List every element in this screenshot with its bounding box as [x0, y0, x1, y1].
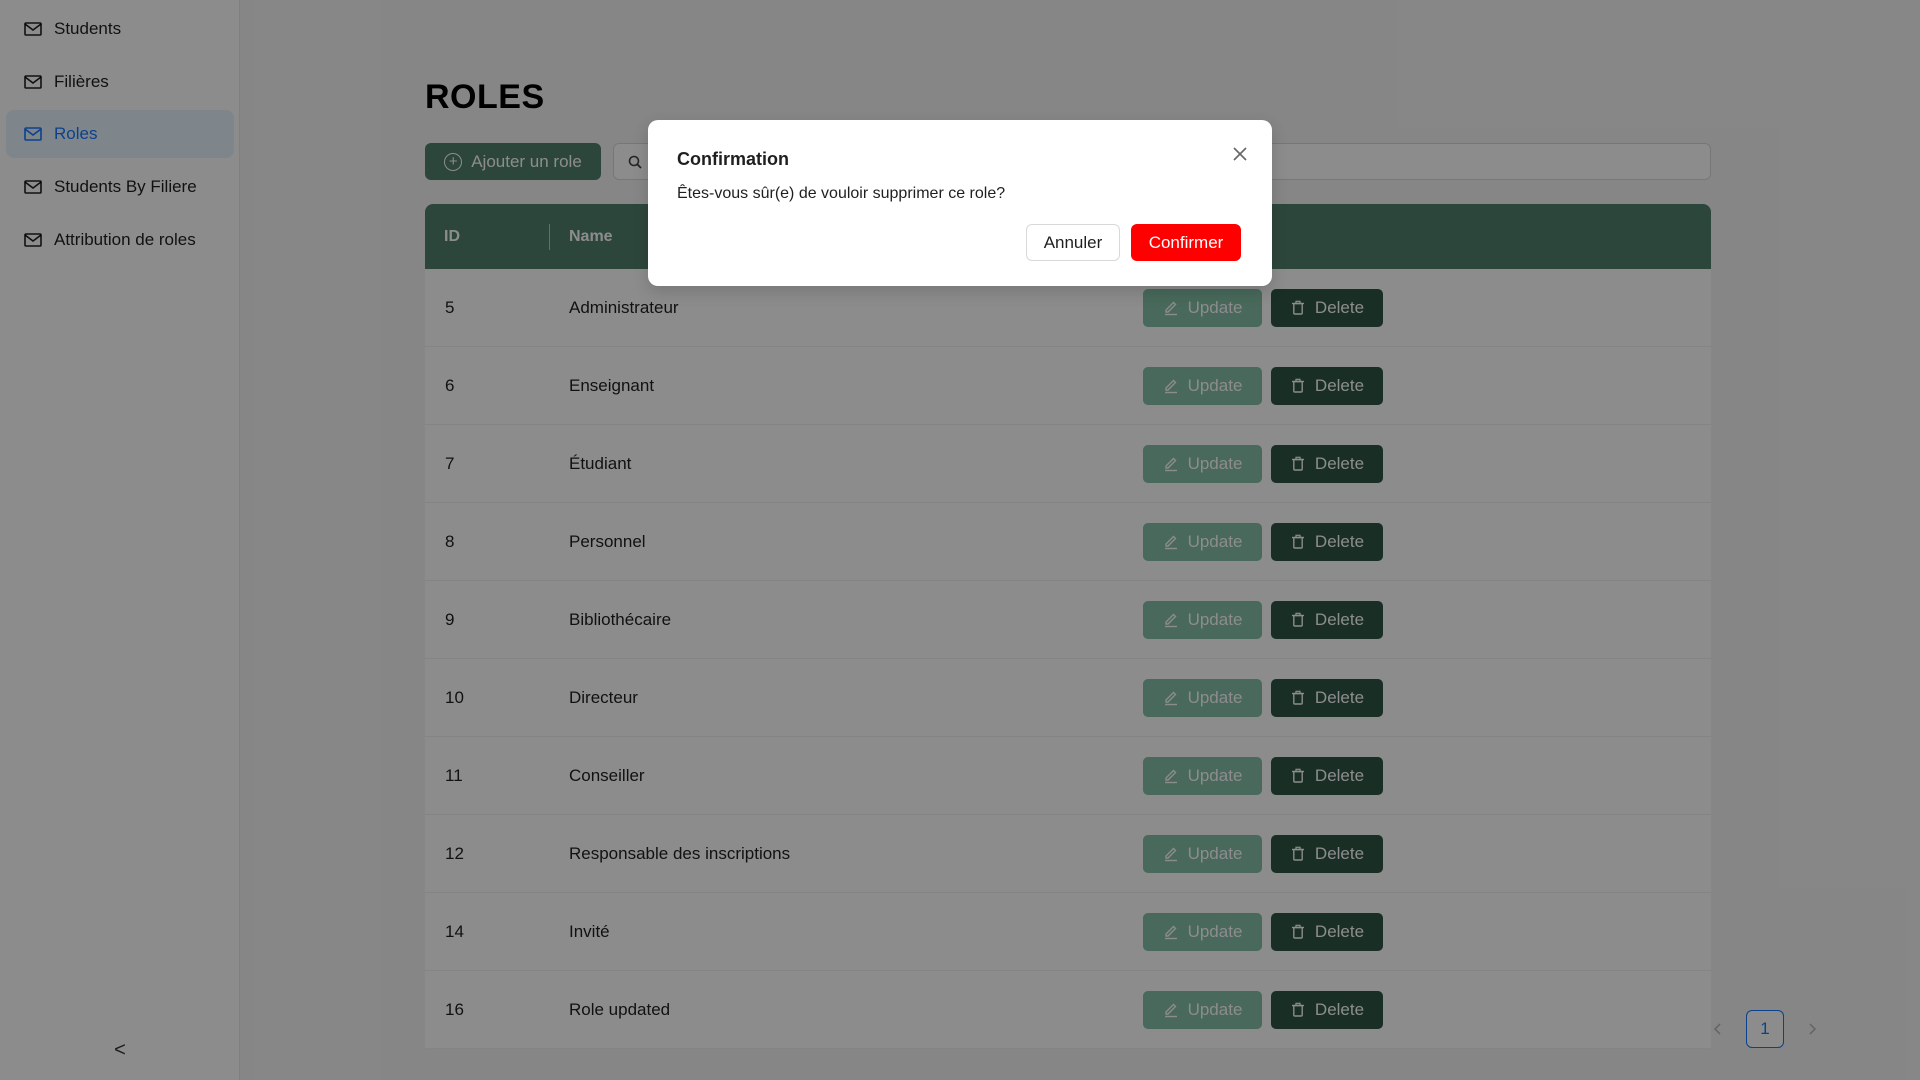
dialog-title: Confirmation — [677, 149, 789, 169]
close-button[interactable] — [1228, 142, 1252, 166]
dialog-message: Êtes-vous sûr(e) de vouloir supprimer ce… — [677, 185, 1006, 202]
close-icon — [1233, 147, 1247, 161]
confirm-button[interactable]: Confirmer — [1131, 224, 1241, 261]
confirmation-dialog: Confirmation Êtes-vous sûr(e) de vouloir… — [648, 120, 1272, 286]
cancel-button[interactable]: Annuler — [1026, 224, 1120, 261]
